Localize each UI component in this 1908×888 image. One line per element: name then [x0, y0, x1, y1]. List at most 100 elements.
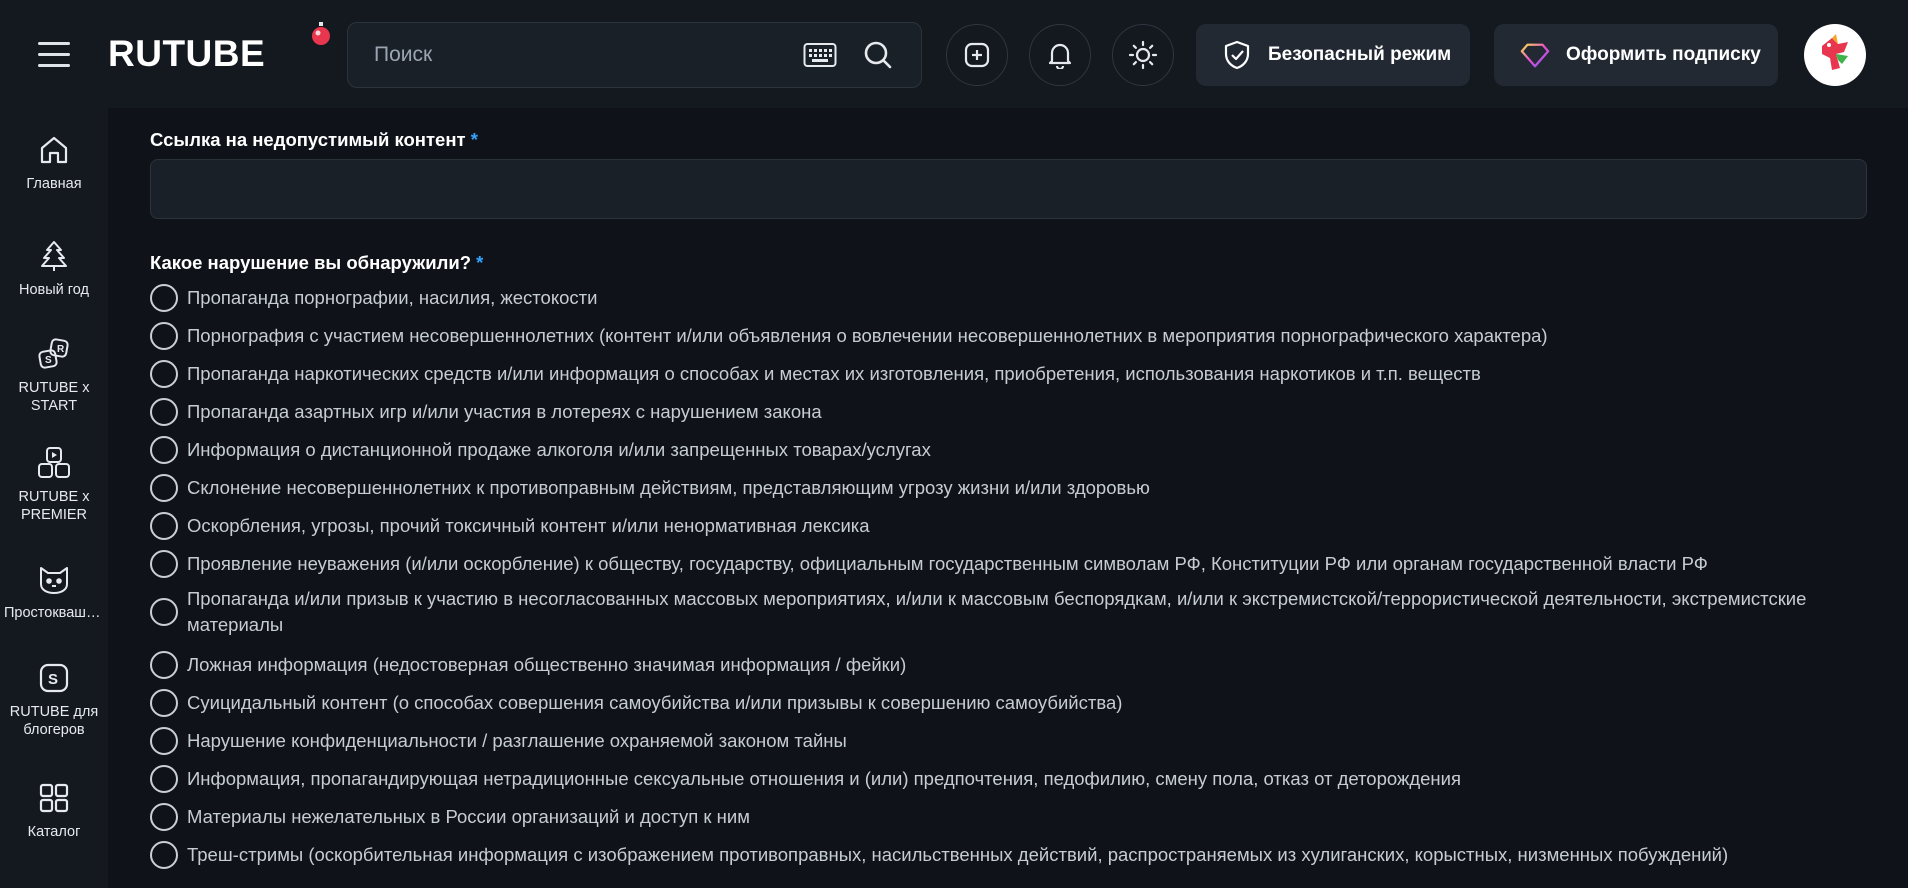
radio-button[interactable] [150, 322, 178, 350]
top-header: RUTUBE Поиск Безопасный режим Оформить п… [0, 0, 1908, 108]
svg-text:S: S [48, 671, 58, 688]
violation-option-extremism[interactable]: Пропаганда и/или призыв к участию в несо… [150, 586, 1867, 638]
keyboard-icon[interactable] [803, 42, 837, 68]
diamond-icon [1520, 43, 1550, 68]
option-label: Порнография с участием несовершеннолетни… [187, 325, 1548, 346]
search-input[interactable] [374, 23, 794, 87]
radio-button[interactable] [150, 765, 178, 793]
option-label: Информация о дистанционной продаже алког… [187, 439, 931, 460]
rutube-logo[interactable]: RUTUBE [108, 35, 265, 72]
sidebar-item-rutube-start[interactable]: R S RUTUBE x START [0, 337, 108, 415]
sidebar-item-label: RUTUBE x PREMIER [18, 489, 90, 523]
sidebar-item-label: RUTUBE x START [18, 380, 90, 414]
radio-button[interactable] [150, 651, 178, 679]
violation-field-label-text: Какое нарушение вы обнаружили? [150, 252, 472, 273]
notifications-button[interactable] [1029, 24, 1091, 86]
safe-mode-label: Безопасный режим [1268, 44, 1452, 65]
upload-button[interactable] [946, 24, 1008, 86]
theme-toggle-button[interactable] [1112, 24, 1174, 86]
violation-option-minors-incitement[interactable]: Склонение несовершеннолетних к противопр… [150, 474, 1150, 502]
radio-button[interactable] [150, 598, 178, 626]
option-label: Пропаганда наркотических средств и/или и… [187, 363, 1481, 384]
option-label: Ложная информация (недостоверная обществ… [187, 654, 907, 675]
safe-mode-button[interactable]: Безопасный режим [1196, 24, 1470, 86]
violation-field-label: Какое нарушение вы обнаружили? * [150, 252, 483, 274]
violation-option-insults-toxic[interactable]: Оскорбления, угрозы, прочий токсичный ко… [150, 512, 870, 540]
home-icon [40, 136, 68, 164]
violation-option-disrespect-state[interactable]: Проявление неуважения (и/или оскорбление… [150, 550, 1708, 578]
radio-button[interactable] [150, 841, 178, 869]
violation-option-undesirable-orgs[interactable]: Материалы нежелательных в России организ… [150, 803, 750, 831]
required-mark: * [470, 129, 478, 150]
sidebar-item-rutube-bloggers[interactable]: S RUTUBE для блогеров [0, 661, 108, 739]
violation-option-child-pornography[interactable]: Порнография с участием несовершеннолетни… [150, 322, 1548, 350]
add-video-icon [964, 42, 990, 68]
search-box [347, 22, 922, 88]
sidebar-item-label: RUTUBE для блогеров [9, 704, 99, 738]
sidebar-item-label: Главная [26, 176, 82, 192]
sun-icon [1128, 40, 1158, 70]
violation-option-suicide[interactable]: Суицидальный контент (о способах соверше… [150, 689, 1122, 717]
violation-option-gambling[interactable]: Пропаганда азартных игр и/или участия в … [150, 398, 822, 426]
option-label: Пропаганда и/или призыв к участию в несо… [187, 588, 1807, 635]
logo-ornament-icon [312, 22, 330, 45]
sidebar-item-rutube-premier[interactable]: RUTUBE x PREMIER [0, 446, 108, 524]
option-label: Пропаганда азартных игр и/или участия в … [187, 401, 822, 422]
sidebar-item-new-year[interactable]: Новый год [0, 239, 108, 299]
shield-check-icon [1224, 40, 1250, 70]
radio-button[interactable] [150, 398, 178, 426]
radio-button[interactable] [150, 284, 178, 312]
subscribe-label: Оформить подписку [1566, 44, 1761, 65]
radio-button[interactable] [150, 550, 178, 578]
radio-button[interactable] [150, 689, 178, 717]
radio-button[interactable] [150, 474, 178, 502]
avatar[interactable] [1804, 24, 1866, 86]
violation-option-trash-streams[interactable]: Треш-стримы (оскорбительная информация с… [150, 841, 1728, 869]
report-form: Ссылка на недопустимый контент * Какое н… [108, 108, 1908, 888]
option-label: Оскорбления, угрозы, прочий токсичный ко… [187, 515, 870, 536]
bell-icon [1048, 43, 1072, 69]
option-label: Нарушение конфиденциальности / разглашен… [187, 730, 847, 751]
required-mark: * [476, 252, 484, 273]
violation-option-privacy[interactable]: Нарушение конфиденциальности / разглашен… [150, 727, 847, 755]
rutube-studio-icon: S [39, 663, 69, 693]
radio-button[interactable] [150, 436, 178, 464]
link-field-label: Ссылка на недопустимый контент * [150, 129, 478, 151]
option-label: Треш-стримы (оскорбительная информация с… [187, 844, 1729, 865]
content-link-input[interactable] [150, 159, 1867, 219]
christmas-tree-icon [41, 241, 67, 271]
violation-option-lgbt-propaganda[interactable]: Информация, пропагандирующая нетрадицион… [150, 765, 1461, 793]
violation-option-alcohol-sales[interactable]: Информация о дистанционной продаже алког… [150, 436, 931, 464]
link-field-label-text: Ссылка на недопустимый контент [150, 129, 466, 150]
violation-option-fake-news[interactable]: Ложная информация (недостоверная обществ… [150, 651, 906, 679]
sidebar-item-prostokvashino[interactable]: Простоквашино [0, 562, 108, 622]
search-icon[interactable] [863, 40, 893, 70]
svg-text:S: S [45, 355, 52, 366]
option-label: Склонение несовершеннолетних к противопр… [187, 477, 1150, 498]
rutube-start-icon: R S [38, 338, 69, 369]
cat-icon [40, 567, 68, 594]
option-label: Информация, пропагандирующая нетрадицион… [187, 768, 1461, 789]
violation-option-pornography-violence[interactable]: Пропаганда порнографии, насилия, жестоко… [150, 284, 597, 312]
sidebar-item-label: Новый год [19, 282, 89, 298]
svg-text:R: R [57, 344, 65, 355]
violation-option-drugs[interactable]: Пропаганда наркотических средств и/или и… [150, 360, 1481, 388]
bird-avatar-icon [1822, 34, 1848, 70]
rutube-premier-icon [38, 447, 70, 478]
sidebar-item-catalog[interactable]: Каталог [0, 781, 108, 841]
option-label: Суицидальный контент (о способах соверше… [187, 692, 1123, 713]
radio-button[interactable] [150, 512, 178, 540]
sidebar: Главная Новый год R S RUTUBE x START RUT… [0, 108, 108, 888]
radio-button[interactable] [150, 803, 178, 831]
sidebar-item-label: Каталог [27, 824, 81, 840]
option-label: Проявление неуважения (и/или оскорбление… [187, 553, 1708, 574]
sidebar-item-label: Простоквашино [4, 605, 108, 621]
subscribe-button[interactable]: Оформить подписку [1494, 24, 1778, 86]
radio-button[interactable] [150, 727, 178, 755]
radio-button[interactable] [150, 360, 178, 388]
sidebar-item-home[interactable]: Главная [0, 133, 108, 193]
option-label: Материалы нежелательных в России организ… [187, 806, 750, 827]
grid-icon [39, 783, 69, 813]
menu-icon[interactable] [38, 38, 70, 70]
option-label: Пропаганда порнографии, насилия, жестоко… [187, 287, 598, 308]
